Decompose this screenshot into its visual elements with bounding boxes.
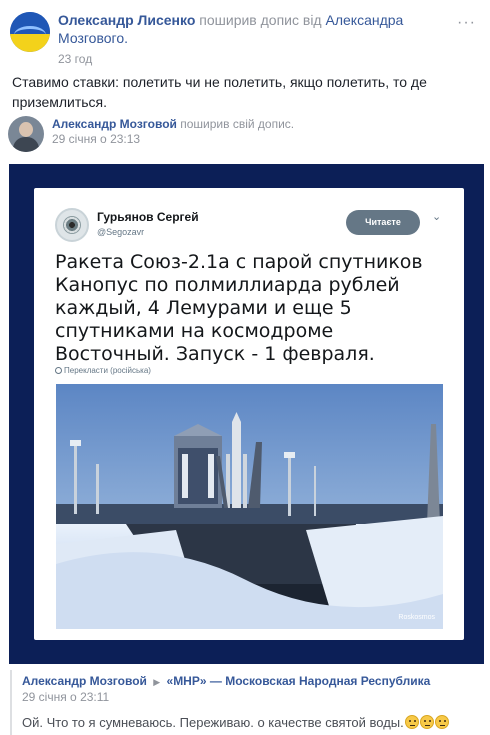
thinking-emoji-icon <box>419 715 434 729</box>
tweet-author-name: Гурьянов Сергей <box>97 210 199 224</box>
comment-body: Ой. Что то я сумневаюсь. Переживаю. о ка… <box>22 715 404 730</box>
chevron-down-icon: ⌄ <box>432 211 442 223</box>
inner-header-text: Александр Мозговой поширив свій допис. <box>52 116 294 132</box>
post-text: Ставимо ставки: полетить чи не полетить,… <box>12 74 427 110</box>
inner-post-header: Александр Мозговой поширив свій допис. 2… <box>8 116 482 152</box>
post-header-text: Олександр Лисенко поширив допис від Алек… <box>58 12 404 46</box>
globe-icon <box>55 367 62 374</box>
inner-author-link[interactable]: Александр Мозговой <box>52 117 177 131</box>
tweet-card: Гурьянов Сергей @Segozavr Читаєте ⌄ Раке… <box>34 188 464 640</box>
following-button: Читаєте <box>346 210 420 235</box>
inner-shared-label: поширив свій допис. <box>180 117 295 131</box>
photo-credit: Roskosmos <box>398 614 435 621</box>
comment: Александр Мозговой ▶ «МНР» — Московская … <box>10 670 482 735</box>
post-timestamp[interactable]: 23 год <box>58 52 92 66</box>
comment-header: Александр Мозговой ▶ «МНР» — Московская … <box>22 674 430 689</box>
more-options-button[interactable]: ··· <box>457 14 476 32</box>
comment-text: Ой. Что то я сумневаюсь. Переживаю. о ка… <box>22 715 449 730</box>
inner-author-avatar[interactable] <box>8 116 44 152</box>
tweet-handle: @Segozavr <box>97 227 145 237</box>
author-link[interactable]: Олександр Лисенко <box>58 12 195 28</box>
launch-pad-illustration <box>56 384 443 629</box>
group-link[interactable]: «МНР» — Московская Народная Республика <box>167 674 431 688</box>
tweet-text: Ракета Союз-2.1а с парой спутников Каноп… <box>55 251 423 365</box>
comment-timestamp[interactable]: 29 січня о 23:11 <box>22 690 109 704</box>
post-image[interactable]: Гурьянов Сергей @Segozavr Читаєте ⌄ Раке… <box>9 164 484 664</box>
comment-author-link[interactable]: Александр Мозговой <box>22 674 147 688</box>
translate-link: Перекласти (російська) <box>55 366 151 375</box>
arrow-right-icon: ▶ <box>153 677 161 687</box>
tweet-avatar <box>55 208 89 242</box>
inner-post-timestamp[interactable]: 29 січня о 23:13 <box>52 132 140 146</box>
thinking-emoji-icon <box>434 715 449 729</box>
shared-label: поширив допис від <box>199 12 322 28</box>
thinking-emoji-icon <box>404 715 419 729</box>
rocket-photo: Roskosmos <box>56 384 443 629</box>
eye-icon <box>63 216 81 234</box>
author-avatar[interactable] <box>10 12 50 52</box>
post-header: Олександр Лисенко поширив допис від Алек… <box>8 8 482 66</box>
